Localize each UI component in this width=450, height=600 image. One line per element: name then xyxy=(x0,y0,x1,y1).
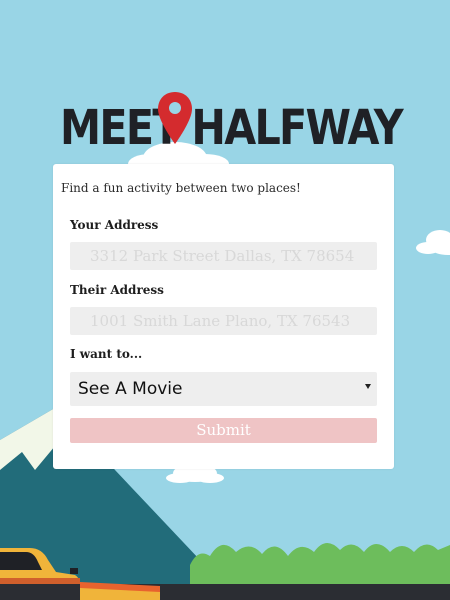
logo: MEET HALFWAY xyxy=(60,92,404,156)
submit-button[interactable]: Submit xyxy=(70,418,377,443)
your-address-input[interactable] xyxy=(70,242,377,270)
logo-text: MEET HALFWAY xyxy=(60,100,404,156)
road xyxy=(0,584,450,600)
their-address-label: Their Address xyxy=(70,283,164,297)
search-form-card: Find a fun activity between two places! … xyxy=(53,164,394,469)
cloud-right xyxy=(416,230,450,255)
activity-select[interactable]: See A Movie xyxy=(70,372,377,406)
map-pin-icon xyxy=(158,92,192,144)
activity-selected-value: See A Movie xyxy=(78,379,183,399)
their-address-input[interactable] xyxy=(70,307,377,335)
your-address-label: Your Address xyxy=(70,218,159,232)
dropdown-arrow-icon xyxy=(365,384,371,389)
tagline: Find a fun activity between two places! xyxy=(61,181,301,195)
activity-label: I want to... xyxy=(70,347,143,361)
